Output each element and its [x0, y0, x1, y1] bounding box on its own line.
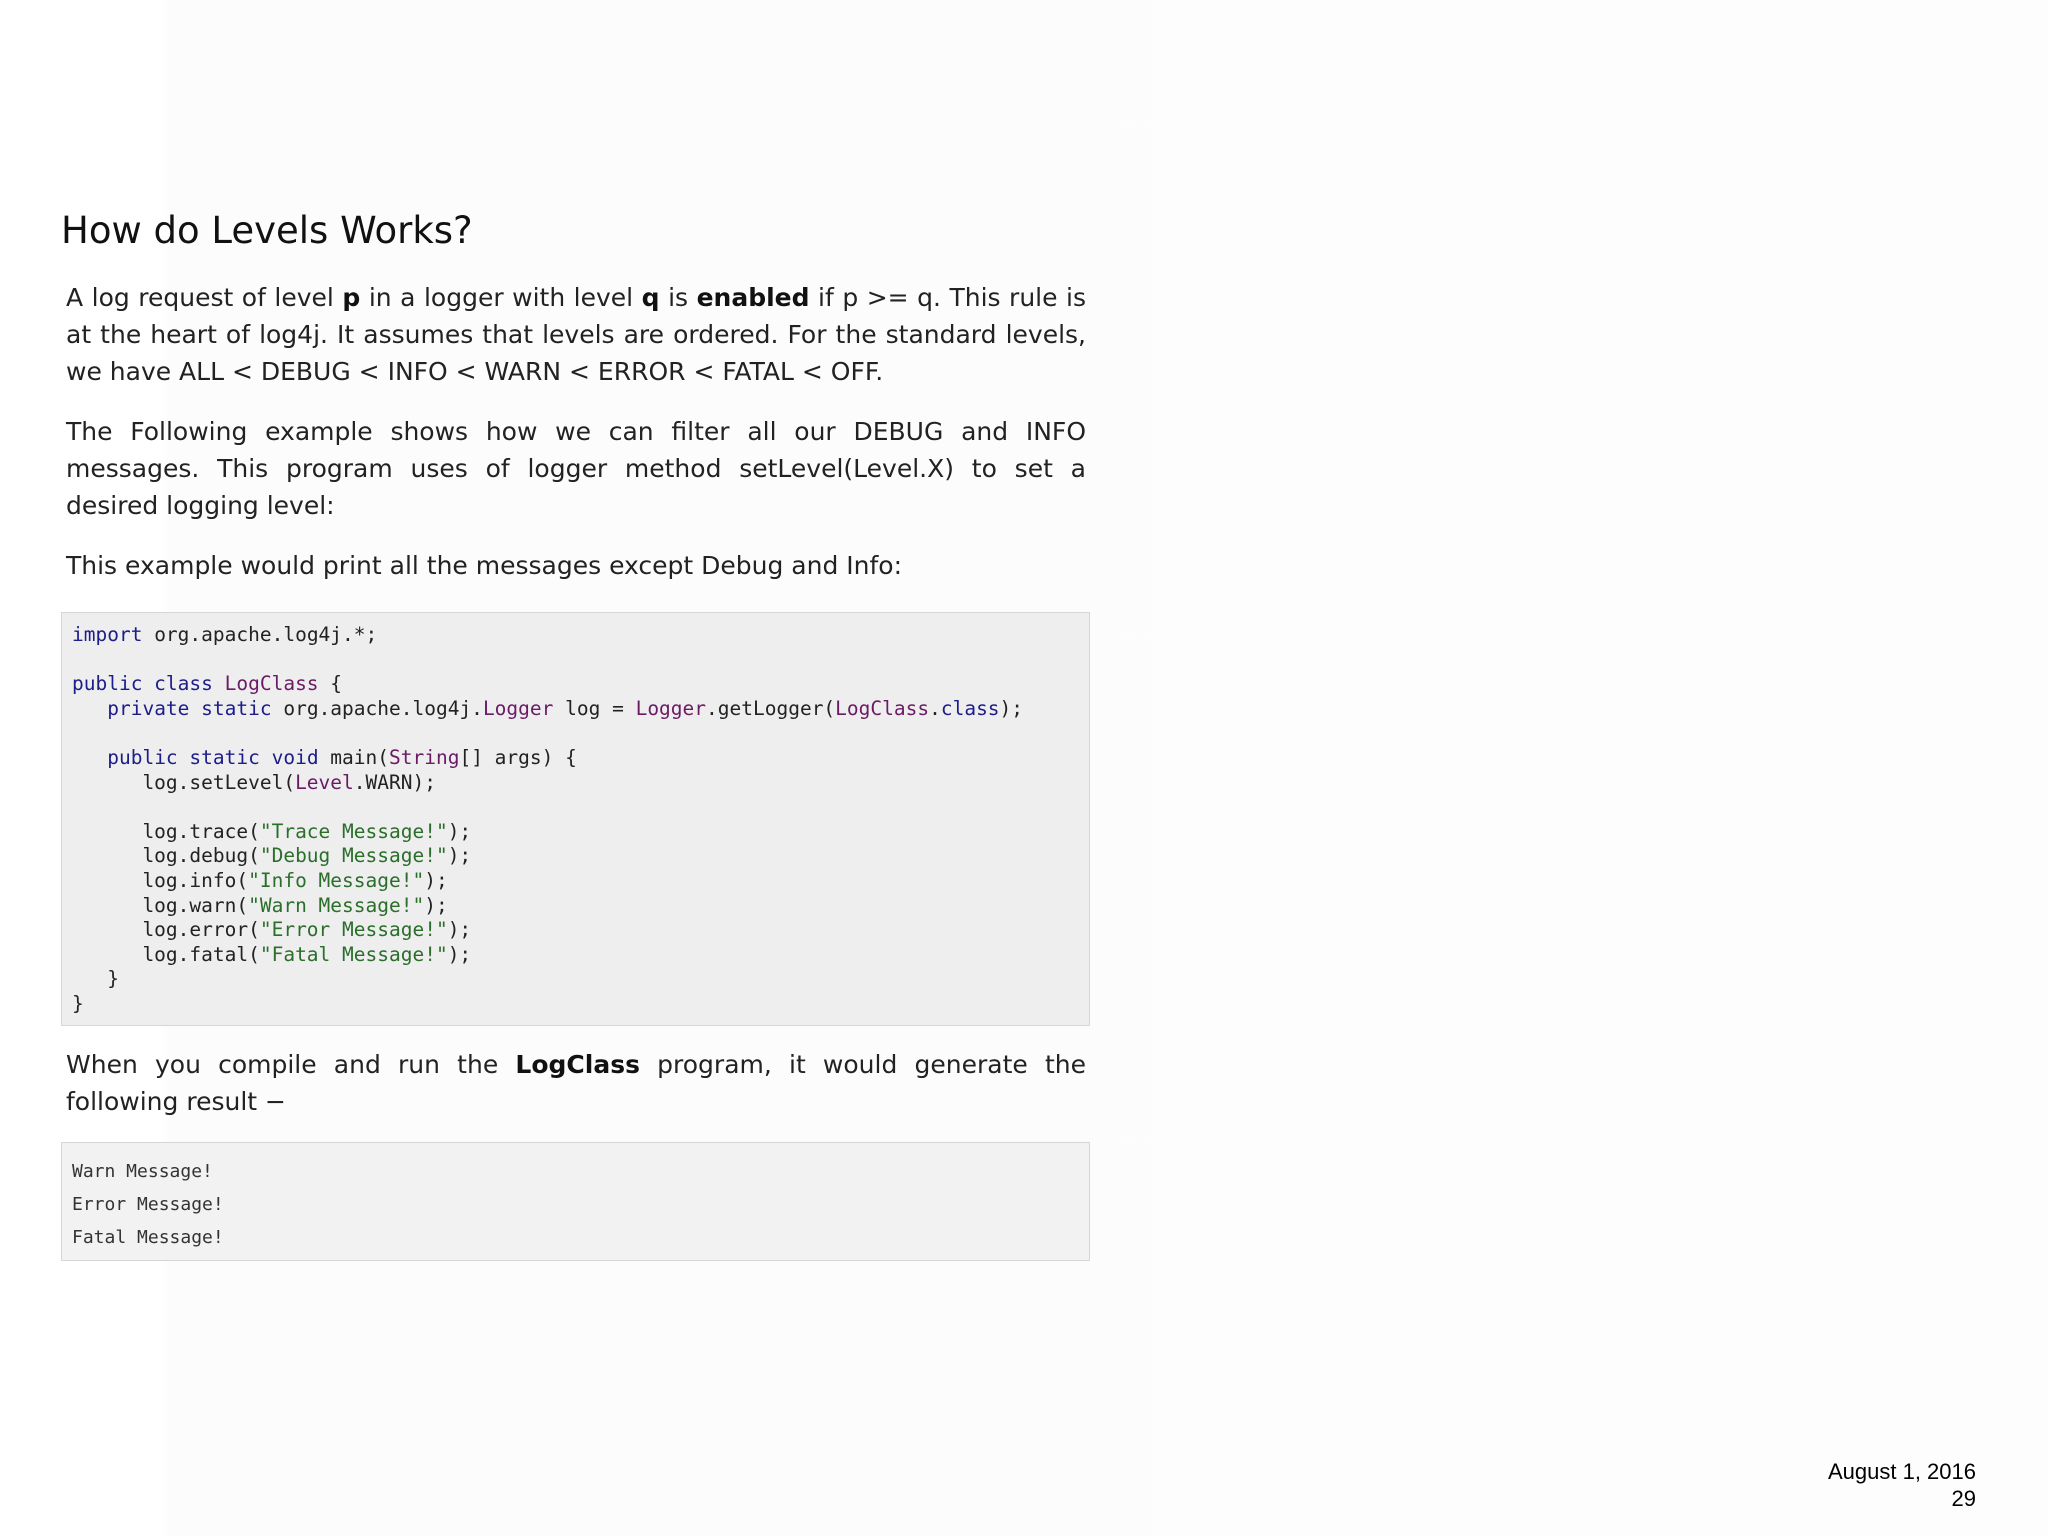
code-token: ); — [447, 942, 472, 966]
code-token: ); — [447, 844, 472, 868]
code-line: log.fatal("Fatal Message!"); — [72, 943, 1079, 968]
code-token: Logger — [482, 696, 554, 720]
output-line: Fatal Message! — [72, 1226, 224, 1248]
code-line: import org.apache.log4j.*; — [72, 623, 1079, 648]
code-token: log.info( — [72, 868, 249, 892]
slide-content: How do Levels Works? A log request of le… — [61, 205, 1090, 1261]
output-block: Warn Message! Error Message! Fatal Message… — [61, 1141, 1090, 1261]
code-token: ); — [424, 868, 448, 892]
bold-term: enabled — [696, 283, 810, 312]
paragraph-example-note: This example would print all the message… — [66, 551, 902, 580]
code-token: ); — [424, 893, 448, 917]
code-token: String — [389, 745, 460, 769]
code-line: log.debug("Debug Message!"); — [72, 844, 1079, 869]
code-token: } — [72, 991, 84, 1015]
bold-term: p — [342, 283, 361, 312]
code-token: org.apache.log4j. — [283, 696, 483, 720]
code-line: log.trace("Trace Message!"); — [72, 820, 1079, 845]
page-title: How do Levels Works? — [61, 209, 473, 252]
code-line: } — [72, 967, 1079, 992]
code-token: log.setLevel( — [72, 770, 296, 794]
text: is — [659, 283, 697, 312]
code-token: Logger — [635, 696, 707, 720]
slide: How do Levels Works? A log request of le… — [0, 0, 2048, 1536]
code-line: log.warn("Warn Message!"); — [72, 894, 1079, 919]
code-token: [] args) { — [459, 745, 577, 769]
code-block: import org.apache.log4j.*; public class L… — [61, 612, 1090, 1026]
code-token: LogClass — [835, 696, 930, 720]
paragraph-level-rule: A log request of level p in a logger wit… — [66, 279, 1086, 390]
code-token: "Trace Message!" — [259, 819, 448, 843]
code-token: log.fatal( — [72, 942, 260, 966]
code-token: private static — [107, 696, 284, 720]
code-token: .getLogger( — [706, 696, 836, 720]
text: in a logger with level — [360, 283, 642, 312]
code-token: ); — [447, 918, 472, 942]
output-line: Warn Message! — [72, 1160, 213, 1182]
bold-term: LogClass — [515, 1049, 640, 1079]
code-token: import — [72, 623, 143, 646]
code-token: . — [929, 696, 941, 720]
code-token: public static void — [107, 745, 331, 769]
code-token: "Info Message!" — [248, 868, 425, 892]
code-token: main( — [330, 745, 389, 769]
code-token: Level — [295, 770, 354, 794]
code-line: log.setLevel(Level.WARN); — [72, 771, 1079, 796]
code-token: public class — [72, 672, 225, 696]
code-token: log.debug( — [72, 844, 260, 868]
paragraph-example-intro: The Following example shows how we can f… — [66, 417, 1086, 520]
paragraph-result-intro: When you compile and run the LogClass pr… — [66, 1046, 1086, 1120]
output-line: Error Message! — [72, 1193, 224, 1215]
code-line: public static void main(String[] args) { — [72, 746, 1079, 771]
code-line: log.info("Info Message!"); — [72, 869, 1079, 894]
code-token: LogClass — [224, 672, 319, 696]
footer-date: August 1, 2016 — [1827, 1459, 1976, 1484]
code-token: } — [72, 967, 119, 991]
bold-term: q — [641, 283, 660, 312]
code-token: log.warn( — [72, 893, 249, 917]
code-line: public class LogClass { — [72, 672, 1079, 697]
text: When you compile and run the — [66, 1049, 516, 1079]
code-token: { — [318, 672, 343, 696]
code-token: "Debug Message!" — [259, 844, 448, 868]
code-line: private static org.apache.log4j.Logger l… — [72, 697, 1079, 722]
code-token: "Warn Message!" — [248, 893, 425, 917]
slide-footer: August 1, 2016 29 — [1828, 1458, 1976, 1512]
code-token: ); — [447, 819, 472, 843]
code-token: class — [940, 696, 1000, 720]
code-line: log.error("Error Message!"); — [72, 918, 1079, 943]
page-number: 29 — [1951, 1486, 1976, 1511]
code-token: ); — [999, 696, 1024, 720]
code-line: } — [72, 992, 1079, 1017]
text: A log request of level — [66, 283, 343, 312]
code-token: log.trace( — [72, 819, 260, 843]
code-token: .WARN); — [353, 770, 436, 794]
code-token: log.error( — [72, 918, 260, 942]
code-token: "Error Message!" — [259, 918, 448, 942]
code-token: org.apache.log4j.*; — [142, 623, 378, 646]
code-token: "Fatal Message!" — [259, 942, 448, 966]
code-token: log = — [553, 696, 636, 720]
